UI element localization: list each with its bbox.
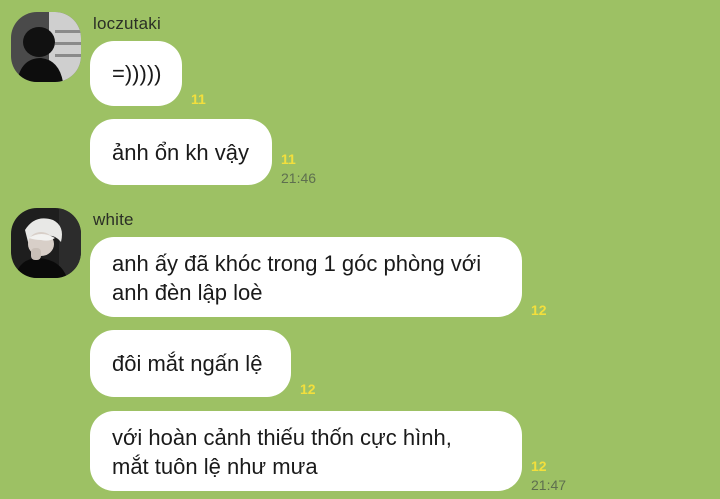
message-line: anh ấy đã khóc trong 1 góc phòng với [112, 251, 482, 276]
user-avatar-white-hair-icon [11, 208, 81, 278]
message-line: với hoàn cảnh thiếu thốn cực hình, [112, 425, 452, 450]
message-timestamp: 21:46 [281, 170, 317, 186]
message-bubble[interactable]: =))))) [90, 41, 182, 106]
read-count: 12 [300, 381, 316, 397]
message-line: anh đèn lập loè [112, 280, 263, 305]
read-count: 11 [191, 91, 206, 107]
message-bubble[interactable]: đôi mắt ngấn lệ [90, 330, 291, 397]
message-text: ảnh ổn kh vậy [112, 139, 249, 165]
sender-name: white [93, 210, 134, 229]
message-bubble[interactable]: với hoàn cảnh thiếu thốn cực hình, mắt t… [90, 411, 522, 491]
message-bubble[interactable]: anh ấy đã khóc trong 1 góc phòng với anh… [90, 237, 522, 317]
message-timestamp: 21:47 [531, 477, 567, 493]
avatar-white[interactable] [11, 208, 81, 278]
message-text: =))))) [112, 61, 162, 86]
user-avatar-dark-icon [11, 12, 81, 82]
message-line: mắt tuôn lệ như mưa [112, 454, 318, 479]
read-count: 12 [531, 458, 547, 474]
message-bubble[interactable]: ảnh ổn kh vậy [90, 119, 272, 185]
message-text: đôi mắt ngấn lệ [112, 351, 263, 376]
sender-name: loczutaki [93, 14, 161, 33]
read-count: 12 [531, 302, 547, 318]
avatar-loczutaki[interactable] [11, 12, 81, 82]
read-count: 11 [281, 151, 296, 167]
